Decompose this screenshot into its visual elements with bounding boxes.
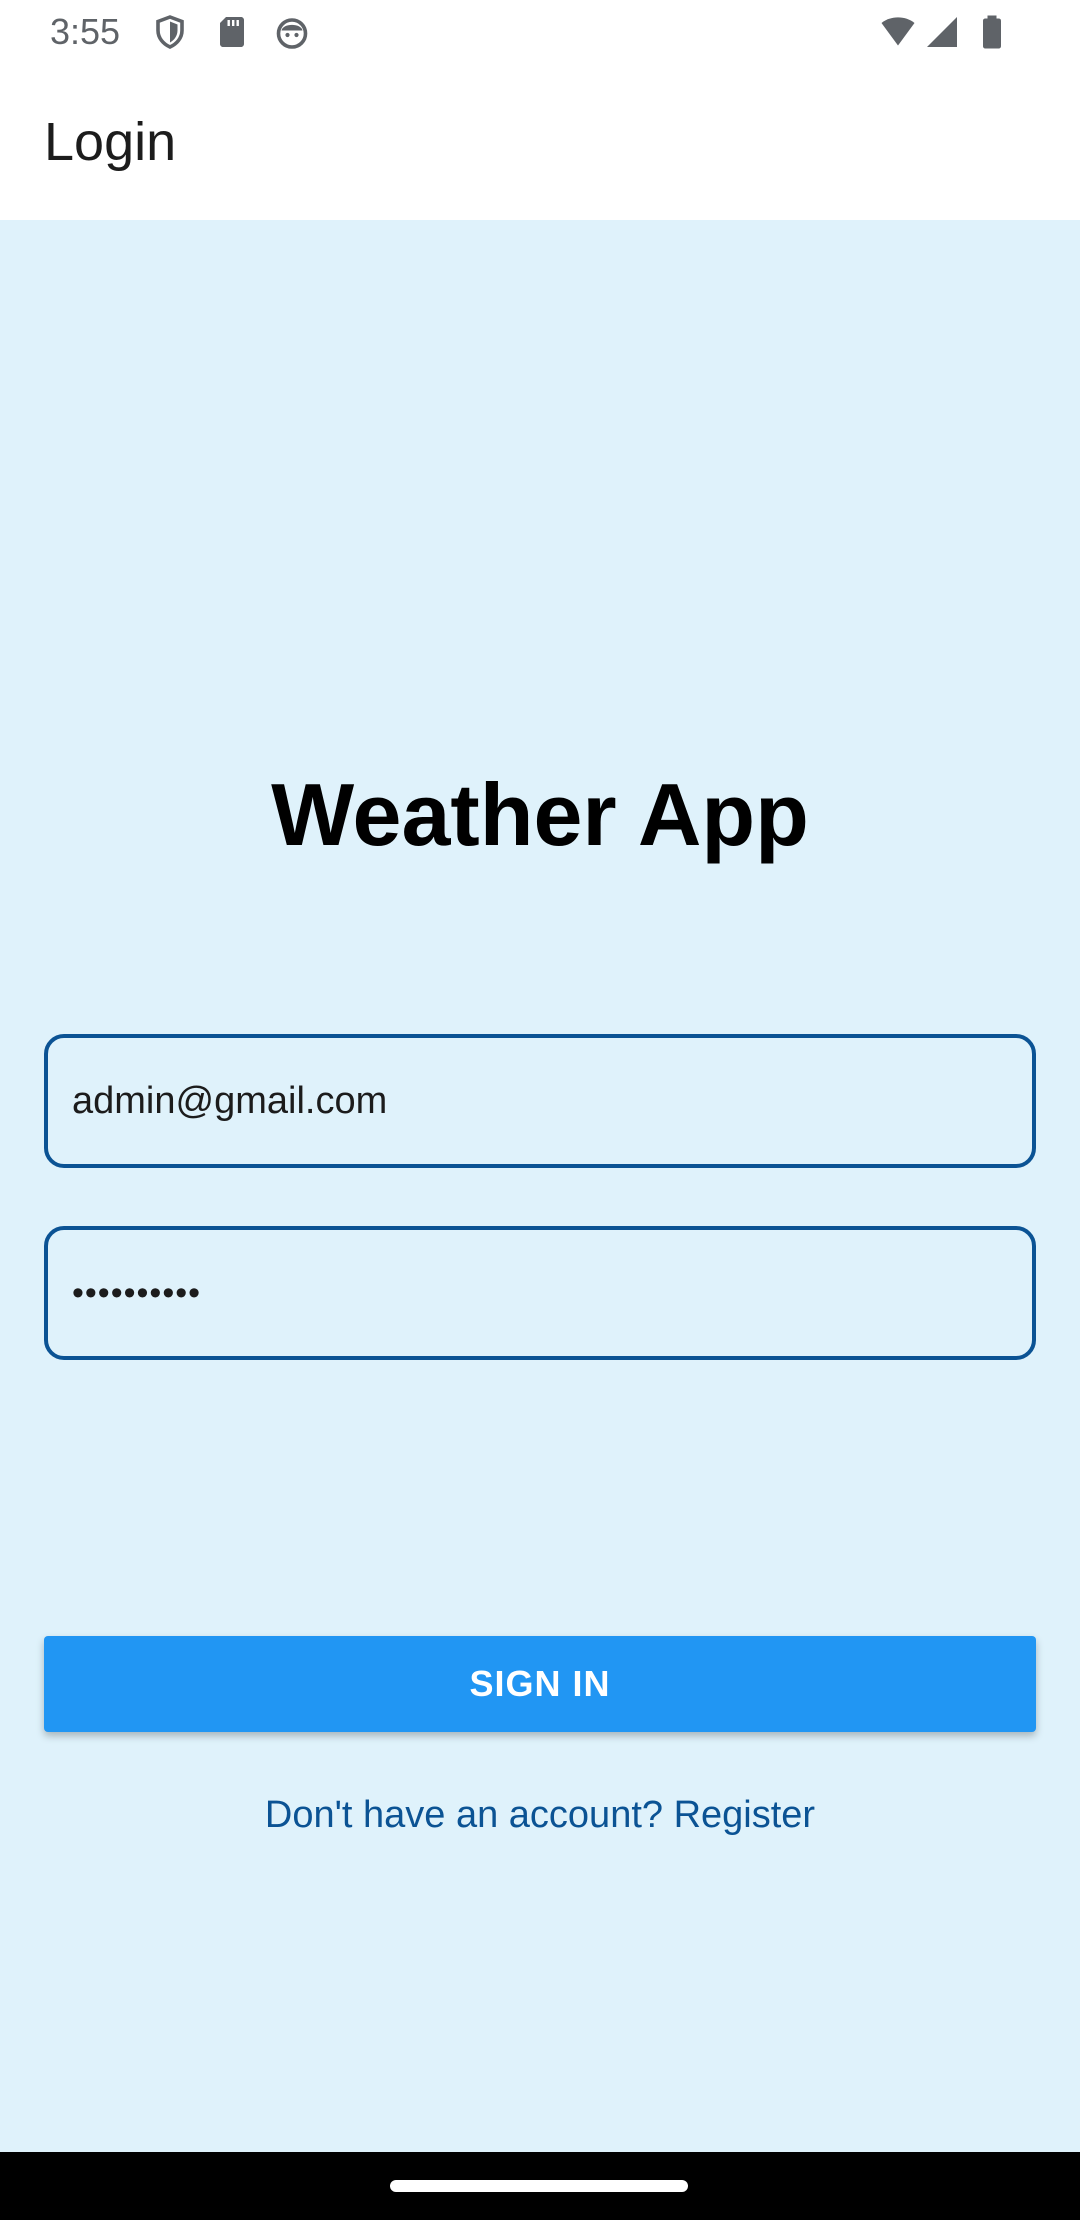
- sd-card-icon: [214, 14, 250, 50]
- battery-icon: [974, 14, 1010, 50]
- register-link[interactable]: Don't have an account? Register: [0, 1790, 1080, 1840]
- email-field[interactable]: admin@gmail.com: [44, 1034, 1036, 1168]
- status-bar: 3:55: [0, 0, 1080, 66]
- password-field[interactable]: ••••••••••: [44, 1226, 1036, 1360]
- app-heading: Weather App: [271, 765, 809, 864]
- page-title: Login: [44, 112, 177, 172]
- wifi-icon: [880, 14, 916, 50]
- home-gesture-handle[interactable]: [390, 2180, 688, 2192]
- sign-in-button[interactable]: SIGN IN: [44, 1636, 1036, 1732]
- shield-icon: [152, 14, 188, 50]
- password-field-value: ••••••••••: [72, 1274, 202, 1312]
- status-time: 3:55: [50, 11, 121, 52]
- signal-icon: [924, 14, 960, 50]
- login-content: Weather App admin@gmail.com •••••••••• S…: [0, 220, 1080, 2152]
- app-bar: Login: [0, 66, 1080, 220]
- navigation-bar: [0, 2152, 1080, 2220]
- android-face-icon: [274, 14, 310, 50]
- email-field-value: admin@gmail.com: [72, 1080, 388, 1122]
